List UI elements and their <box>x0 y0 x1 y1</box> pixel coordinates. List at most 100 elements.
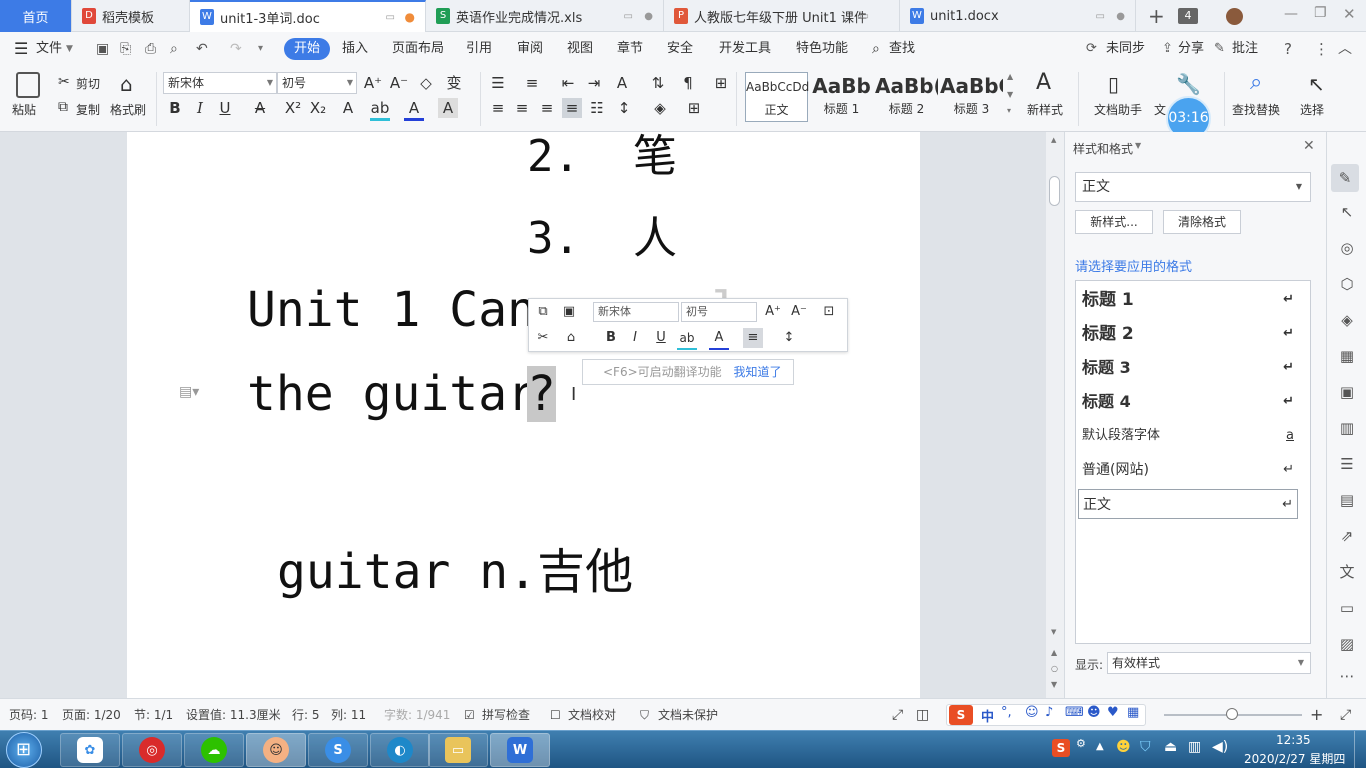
screen-icon[interactable]: ▭ <box>386 12 395 23</box>
font-color-icon[interactable]: A <box>404 98 424 121</box>
font-size-select[interactable]: 初号 ▼ <box>277 72 357 94</box>
tray-shield-icon[interactable]: ⛉ <box>1140 739 1151 755</box>
grid-apps-icon[interactable]: ▣ <box>1337 382 1357 402</box>
grow-font-icon[interactable]: A⁺ <box>363 73 383 93</box>
style-pen-icon[interactable]: ✎ <box>1331 164 1359 192</box>
tab-ppt[interactable]: P 人教版七年级下册 Unit1 课件 ▭ <box>664 0 900 32</box>
gallery-up-icon[interactable]: ▲ <box>1007 72 1013 81</box>
taskbar-app-netease[interactable]: ◎ <box>122 733 182 767</box>
spell-check-icon[interactable]: ☑ <box>464 699 475 731</box>
tray-network-icon[interactable]: ▥ <box>1188 739 1201 755</box>
spell-check-button[interactable]: 拼写检查 <box>482 699 530 731</box>
highlight-icon[interactable]: ab <box>370 98 390 121</box>
hamburger-icon[interactable]: ☰ <box>14 32 28 66</box>
doc-proof-button[interactable]: 文档校对 <box>568 699 616 731</box>
picture-icon[interactable]: ▨ <box>1337 634 1357 654</box>
menu-search[interactable]: 查找 <box>889 32 915 66</box>
share-button[interactable]: 分享 <box>1178 32 1204 66</box>
skin-icon[interactable]: ♥ <box>1107 705 1119 720</box>
clear-format-button[interactable]: 清除格式 <box>1163 210 1241 234</box>
comment-button[interactable]: 批注 <box>1232 32 1258 66</box>
doc-protect-status[interactable]: 文档未保护 <box>658 699 718 731</box>
save-icon[interactable]: ▣ <box>96 32 109 66</box>
paste-icon[interactable] <box>16 72 40 98</box>
style-item-normal[interactable]: 正文 ↵ <box>1078 489 1298 519</box>
clock-time[interactable]: 12:35 <box>1276 733 1311 747</box>
sync-icon[interactable]: ⟳ <box>1086 32 1097 66</box>
style-item-heading-4[interactable]: 标题 4 ↵ <box>1082 387 1298 417</box>
shading-icon[interactable]: ◈ <box>650 98 670 118</box>
borders-icon[interactable]: ⊞ <box>684 98 704 118</box>
avatar[interactable] <box>1226 8 1243 25</box>
text-effect-icon[interactable]: A <box>338 98 358 118</box>
undo-icon[interactable]: ↶ <box>196 32 208 66</box>
style-item-heading-1[interactable]: 标题 1 ↵ <box>1082 285 1298 315</box>
next-page-icon[interactable]: ▼ <box>1051 680 1057 689</box>
taskbar-app-wechat[interactable]: ☁ <box>184 733 244 767</box>
emoji-icon[interactable]: ☺ <box>1025 705 1039 720</box>
document-area[interactable]: 2. 笔 3. 人 Unit 1 Can you play the guitar… <box>0 132 1046 698</box>
help-icon[interactable]: ? <box>1284 32 1292 66</box>
shrink-font-icon[interactable]: A⁻ <box>389 73 409 93</box>
chevron-down-icon[interactable]: ▼ <box>1135 141 1141 150</box>
mini-size-select[interactable]: 初号 <box>681 302 757 322</box>
highlight-icon[interactable]: ab <box>677 328 697 350</box>
status-words[interactable]: 字数: 1/941 <box>384 699 450 731</box>
doc-title-line-2[interactable]: the guitar <box>247 366 536 422</box>
font-name-select[interactable]: 新宋体 ▼ <box>163 72 277 94</box>
align-justify-icon[interactable]: ≡ <box>562 98 582 118</box>
find-replace-icon[interactable]: ⌕ <box>1250 70 1262 95</box>
restore-icon[interactable]: ❐ <box>1314 5 1327 21</box>
gallery-down-icon[interactable]: ▼ <box>1007 90 1013 99</box>
zoom-slider-thumb[interactable] <box>1226 708 1238 720</box>
print-icon[interactable]: ⎙ <box>145 32 156 66</box>
screen-icon[interactable]: ▭ <box>624 11 633 22</box>
redo-icon[interactable]: ↷ <box>230 32 242 66</box>
style-item-heading-2[interactable]: 标题 2 ↵ <box>1082 319 1298 349</box>
tab-unit1-docx[interactable]: W unit1.docx ● ▭ <box>900 0 1136 32</box>
bold-icon[interactable]: B <box>165 98 185 118</box>
more-icon[interactable]: ▾ <box>258 32 263 66</box>
export-icon[interactable]: ⎘ <box>120 32 131 66</box>
menu-start[interactable]: 开始 <box>284 38 331 60</box>
taskbar-app-browser[interactable]: ◐ <box>370 733 430 767</box>
bold-icon[interactable]: B <box>601 328 621 348</box>
read-mode-icon[interactable]: ◫ <box>916 699 929 731</box>
mic-icon[interactable]: ♪ <box>1045 705 1053 720</box>
gallery-more-icon[interactable]: ▾ <box>1007 106 1011 115</box>
taskbar-app-qq[interactable]: ☺ <box>246 733 306 767</box>
phonetic-icon[interactable]: 变 <box>444 73 464 93</box>
style-heading-1[interactable]: AaBb 标题 1 <box>810 72 873 122</box>
taskbar-app-1[interactable]: ✿ <box>60 733 120 767</box>
sort-icon[interactable]: ⇅ <box>648 73 668 93</box>
scroll-thumb[interactable] <box>1049 176 1060 206</box>
format-painter-icon[interactable]: ⌂ <box>120 72 133 96</box>
screen-icon[interactable]: ▭ <box>860 11 869 22</box>
align-center-icon[interactable]: ≡ <box>512 98 532 118</box>
underline-icon[interactable]: U <box>215 98 235 118</box>
distribute-icon[interactable]: ☷ <box>587 98 607 118</box>
collapse-ribbon-icon[interactable]: ︿ <box>1338 32 1352 66</box>
cut-icon[interactable]: ✂ <box>58 74 70 90</box>
tab-excel[interactable]: S 英语作业完成情况.xls ● ▭ <box>426 0 664 32</box>
document-scrollbar[interactable]: ▲ ▼ ▲ ○ ▼ <box>1046 132 1064 698</box>
doc-tool-button[interactable]: 文 <box>1154 101 1166 118</box>
char-shading-icon[interactable]: A <box>438 98 458 118</box>
screen-icon[interactable]: ▭ <box>1096 11 1105 22</box>
tab-home[interactable]: 首页 <box>0 0 72 32</box>
tray-volume-icon[interactable]: ◀) <box>1212 739 1228 755</box>
tab-unit1-3-doc[interactable]: W unit1-3单词.doc ● ▭ <box>190 0 426 32</box>
prev-page-icon[interactable]: ▲ <box>1051 648 1057 657</box>
hint-dismiss-link[interactable]: 我知道了 <box>733 365 781 379</box>
scroll-up-icon[interactable]: ▲ <box>1051 136 1056 144</box>
status-page-code[interactable]: 页码: 1 <box>9 699 49 731</box>
comment-icon[interactable]: ✎ <box>1214 32 1225 66</box>
taskbar-app-sogou[interactable]: S <box>308 733 368 767</box>
format-painter-button[interactable]: 格式刷 <box>110 101 146 118</box>
format-painter-icon[interactable]: ⌂ <box>561 328 581 348</box>
tray-expand-icon[interactable]: ▲ <box>1096 741 1104 752</box>
archive-icon[interactable]: ▭ <box>1337 598 1357 618</box>
increase-indent-icon[interactable]: ⇥ <box>584 73 604 93</box>
line-spacing-icon[interactable]: ↕ <box>614 98 634 118</box>
zoom-options-icon[interactable]: ⤢ <box>1340 699 1351 731</box>
